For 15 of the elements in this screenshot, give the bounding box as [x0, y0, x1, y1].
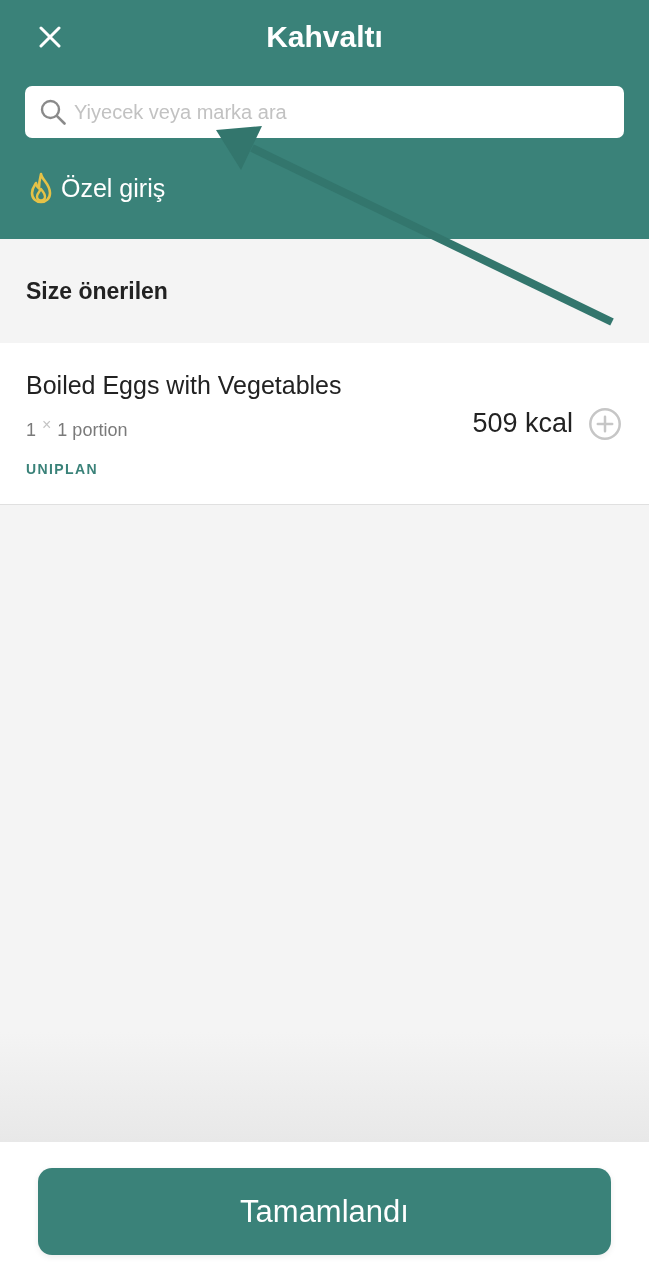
search-field[interactable]: Yiyecek veya marka ara — [25, 86, 624, 138]
close-icon — [39, 26, 61, 48]
food-name: Boiled Eggs with Vegetables — [26, 370, 343, 400]
source-label: UNIPLAN — [26, 460, 100, 477]
food-item-row[interactable]: Boiled Eggs with Vegetables 1 $^{×}$ 1 portion UNIPLAN 509 kcal — [0, 343, 649, 505]
screen-title: Kahvaltı — [266, 20, 383, 54]
done-button[interactable]: Tamamlandı — [38, 1168, 611, 1255]
plus-circle-icon — [589, 407, 621, 440]
close-button[interactable] — [39, 26, 61, 48]
section-title: Size önerilen — [26, 277, 168, 305]
flame-icon — [29, 172, 53, 204]
calories-text: 509 kcal — [472, 408, 573, 439]
serving-text: 1 $^{×}$ 1 portion — [26, 415, 129, 441]
custom-entry-button[interactable]: Özel giriş — [29, 172, 166, 204]
search-icon — [40, 99, 66, 125]
